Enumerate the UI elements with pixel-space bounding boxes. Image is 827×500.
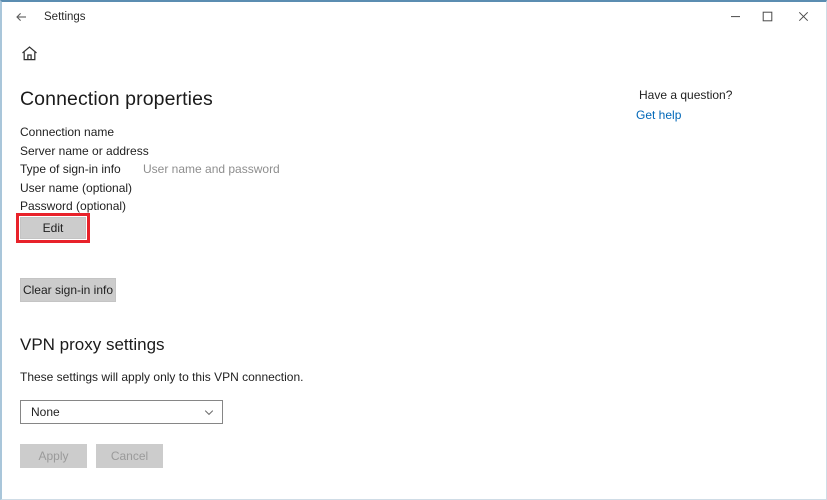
content-area: Connection properties Connection name Se… — [2, 2, 826, 499]
property-label-server-name: Server name or address — [20, 143, 149, 158]
apply-button[interactable]: Apply — [20, 444, 87, 468]
property-value-signin-type: User name and password — [143, 162, 280, 176]
property-label-connection-name: Connection name — [20, 125, 115, 139]
proxy-type-select[interactable]: None — [20, 400, 223, 424]
home-button[interactable] — [16, 43, 42, 69]
help-heading: Have a question? — [639, 88, 733, 102]
home-icon — [20, 44, 39, 68]
property-label-password: Password (optional) — [20, 199, 127, 213]
edit-button-highlight — [16, 213, 90, 243]
cancel-button[interactable]: Cancel — [96, 444, 163, 468]
property-label-user-name: User name (optional) — [20, 180, 133, 195]
get-help-link[interactable]: Get help — [636, 108, 681, 122]
page-title: Connection properties — [20, 88, 213, 110]
property-label-signin-type: Type of sign-in info — [20, 162, 121, 176]
settings-window: Settings Connection properties Connectio… — [0, 0, 827, 500]
chevron-down-icon — [203, 401, 215, 423]
vpn-proxy-settings-description: These settings will apply only to this V… — [20, 370, 304, 384]
proxy-type-select-value: None — [31, 405, 60, 419]
vpn-proxy-settings-title: VPN proxy settings — [20, 335, 165, 354]
clear-sign-in-info-button[interactable]: Clear sign-in info — [20, 278, 116, 302]
